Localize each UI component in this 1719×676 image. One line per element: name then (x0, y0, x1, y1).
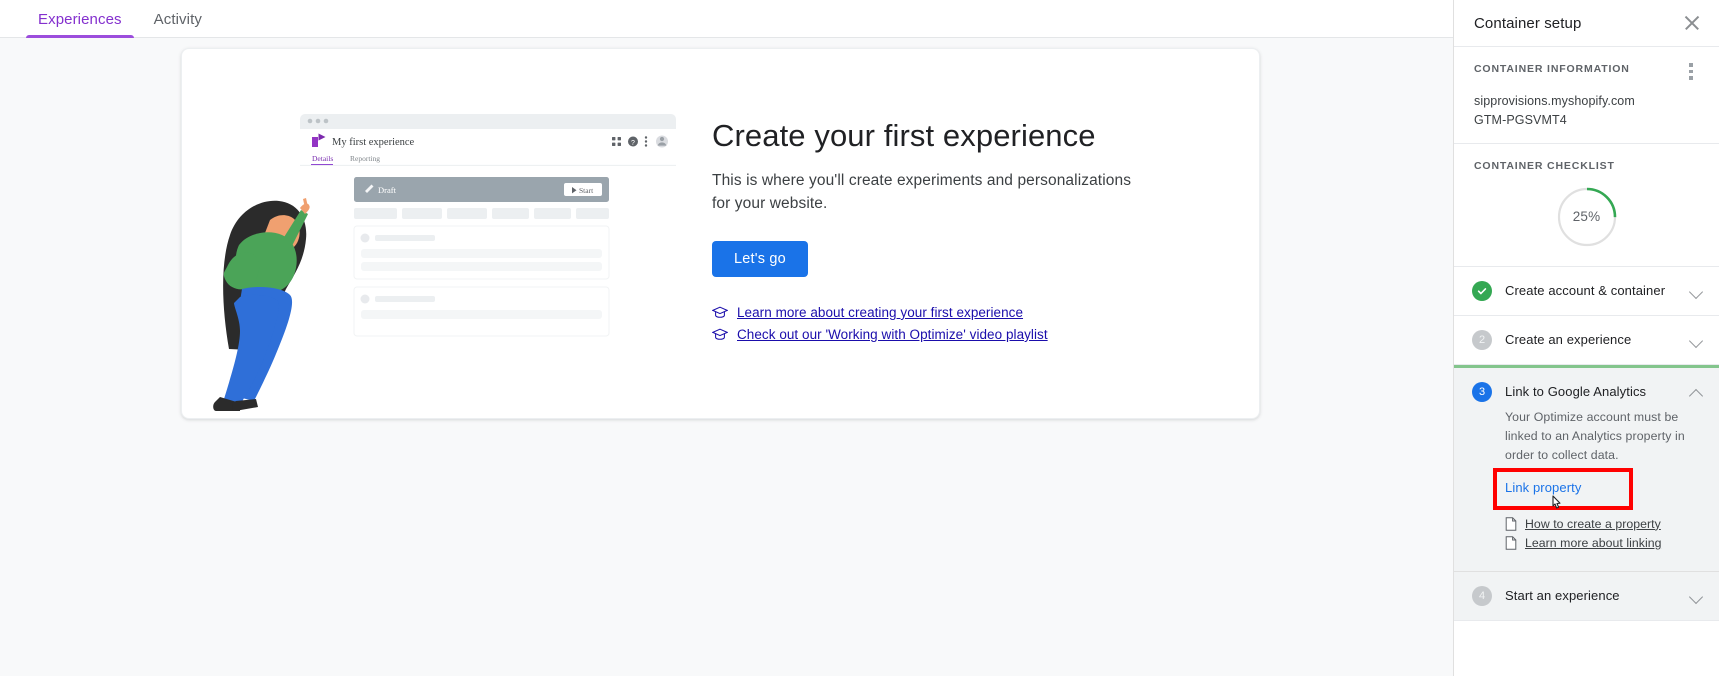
container-checklist-section: CONTAINER CHECKLIST 25% (1454, 144, 1719, 267)
document-icon (1505, 536, 1517, 550)
illustration-svg: My first experience ? Details Reporting … (213, 114, 676, 411)
step-description: Your Optimize account must be linked to … (1505, 409, 1685, 462)
progress-ring: 25% (1556, 186, 1618, 248)
help-link-learn-more[interactable]: Learn more about creating your first exp… (737, 305, 1023, 320)
container-checklist-label: CONTAINER CHECKLIST (1474, 159, 1615, 172)
tab-activity[interactable]: Activity (138, 0, 218, 38)
graduation-cap-icon (712, 307, 728, 319)
check-icon (1477, 287, 1487, 295)
container-setup-panel: Container setup CONTAINER INFORMATION si… (1453, 0, 1719, 676)
doc-link-row: Learn more about linking (1505, 536, 1701, 550)
svg-text:Draft: Draft (378, 185, 397, 195)
svg-text:Details: Details (312, 154, 333, 163)
container-information-section: CONTAINER INFORMATION sipprovisions.mysh… (1454, 47, 1719, 144)
card-copy: Create your first experience This is whe… (702, 118, 1259, 349)
kebab-menu-icon[interactable] (1683, 63, 1699, 80)
svg-text:Reporting: Reporting (350, 154, 380, 163)
help-link-row: Check out our 'Working with Optimize' vi… (712, 327, 1219, 342)
step-number-badge: 3 (1472, 381, 1492, 402)
checklist-step-link-analytics: 3 Link to Google Analytics Your Optimize… (1454, 364, 1719, 572)
container-information-header: CONTAINER INFORMATION (1474, 63, 1699, 80)
chevron-down-icon[interactable] (1689, 589, 1703, 603)
checklist-step-create-experience[interactable]: 2 Create an experience (1454, 315, 1719, 365)
close-icon[interactable] (1681, 12, 1703, 34)
graduation-cap-icon (712, 329, 728, 341)
step-title: Link to Google Analytics (1505, 384, 1647, 400)
help-link-video-playlist[interactable]: Check out our 'Working with Optimize' vi… (737, 327, 1048, 342)
top-tab-bar: Experiences Activity (0, 0, 1453, 38)
link-property-button[interactable]: Link property (1505, 480, 1581, 495)
container-domain: sipprovisions.myshopify.com (1474, 93, 1635, 108)
tab-experiences-label: Experiences (38, 10, 122, 28)
help-links: Learn more about creating your first exp… (712, 305, 1219, 342)
container-id: GTM-PGSVMT4 (1474, 112, 1567, 127)
help-link-row: Learn more about creating your first exp… (712, 305, 1219, 320)
doc-link-learn-more-linking[interactable]: Learn more about linking (1525, 536, 1662, 550)
first-experience-card: My first experience ? Details Reporting … (181, 48, 1260, 419)
checklist-step-start-experience[interactable]: 4 Start an experience (1454, 571, 1719, 621)
step-header-link-analytics[interactable]: 3 Link to Google Analytics (1454, 368, 1719, 408)
panel-header: Container setup (1454, 0, 1719, 47)
document-icon (1505, 517, 1517, 531)
step-title: Create an experience (1505, 332, 1632, 348)
chevron-up-icon[interactable] (1689, 385, 1703, 399)
pointer-cursor-icon (1552, 495, 1561, 509)
doc-link-row: How to create a property (1505, 517, 1701, 531)
svg-text:Start: Start (579, 186, 594, 195)
svg-text:?: ? (631, 140, 635, 147)
svg-text:My first experience: My first experience (332, 137, 415, 148)
step-number-badge: 2 (1472, 329, 1492, 350)
step-status-badge-done (1472, 280, 1492, 301)
chevron-down-icon[interactable] (1689, 284, 1703, 298)
lets-go-button[interactable]: Let's go (712, 240, 808, 277)
checklist-step-create-account[interactable]: Create account & container (1454, 266, 1719, 316)
chevron-down-icon[interactable] (1689, 333, 1703, 347)
step-title: Create account & container (1505, 283, 1666, 299)
container-information-label: CONTAINER INFORMATION (1474, 63, 1630, 75)
page-title: Create your first experience (712, 118, 1096, 154)
step-doc-links: How to create a property Learn more abou… (1505, 517, 1701, 550)
step-body-link-analytics: Your Optimize account must be linked to … (1454, 408, 1719, 571)
step-title: Start an experience (1505, 588, 1620, 604)
tab-experiences[interactable]: Experiences (22, 0, 138, 38)
progress-ring-wrap: 25% (1474, 186, 1699, 248)
onboarding-illustration: My first experience ? Details Reporting … (182, 49, 702, 418)
step-number-badge: 4 (1472, 585, 1492, 606)
progress-percent: 25% (1572, 209, 1601, 225)
tab-activity-label: Activity (153, 10, 202, 28)
page-subtext: This is where you'll create experiments … (712, 172, 1132, 212)
optimize-app-root: Experiences Activity My first experience… (0, 0, 1719, 676)
link-property-holder: Link property (1493, 467, 1701, 510)
doc-link-how-to-create-property[interactable]: How to create a property (1525, 517, 1661, 531)
panel-title: Container setup (1474, 14, 1582, 32)
main-stage: My first experience ? Details Reporting … (0, 38, 1453, 676)
